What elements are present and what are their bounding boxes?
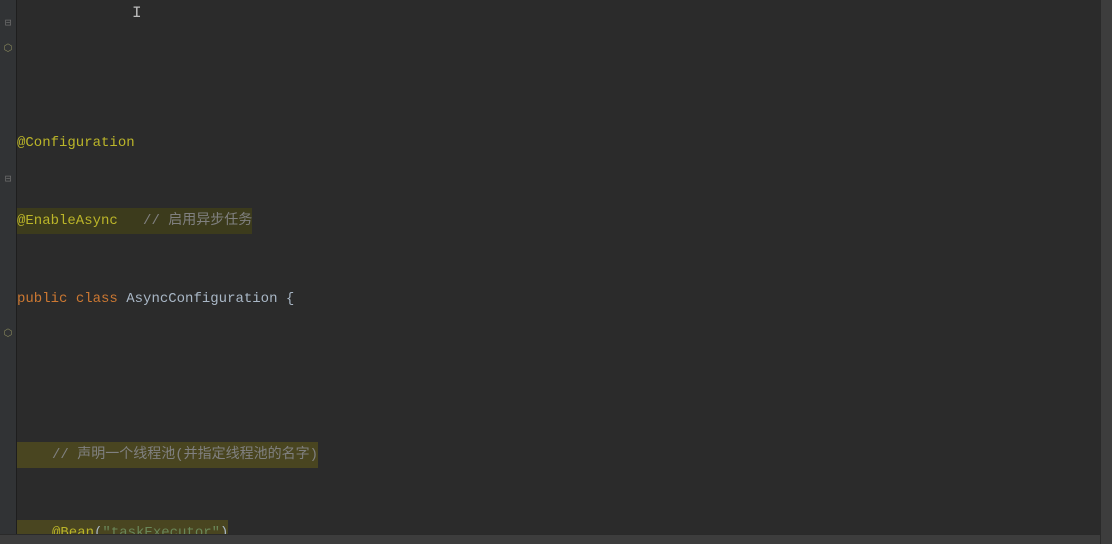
fold-marker[interactable]: ⊟ xyxy=(2,174,14,186)
comment: // 声明一个线程池(并指定线程池的名字) xyxy=(52,447,318,463)
code-line: // 声明一个线程池(并指定线程池的名字) xyxy=(17,442,1112,468)
spacing xyxy=(118,213,143,229)
override-marker[interactable]: ⬡ xyxy=(2,329,14,341)
annotation: @EnableAsync xyxy=(17,213,118,229)
fold-marker[interactable]: ⊟ xyxy=(2,18,14,30)
code-line: public class AsyncConfiguration { xyxy=(17,286,1112,312)
keyword: public xyxy=(17,291,67,307)
code-content[interactable]: I @Configuration @EnableAsync // 启用异步任务 … xyxy=(17,0,1112,544)
comment: // 启用异步任务 xyxy=(143,213,252,229)
code-line: @Configuration xyxy=(17,130,1112,156)
class-name: AsyncConfiguration xyxy=(126,291,277,307)
horizontal-scrollbar[interactable] xyxy=(0,534,1100,544)
code-line xyxy=(17,364,1112,390)
vertical-scrollbar[interactable] xyxy=(1100,0,1112,544)
code-line xyxy=(17,52,1112,78)
gutter: ⊟ ⬡ ⊟ ⬡ xyxy=(0,0,17,544)
code-line: @EnableAsync // 启用异步任务 xyxy=(17,208,1112,234)
annotation: @Configuration xyxy=(17,135,135,151)
override-marker[interactable]: ⬡ xyxy=(2,44,14,56)
text-cursor-icon: I xyxy=(132,0,134,18)
code-editor[interactable]: ⊟ ⬡ ⊟ ⬡ I @Configuration @EnableAsync //… xyxy=(0,0,1112,544)
punctuation: { xyxy=(286,291,294,307)
keyword: class xyxy=(76,291,118,307)
